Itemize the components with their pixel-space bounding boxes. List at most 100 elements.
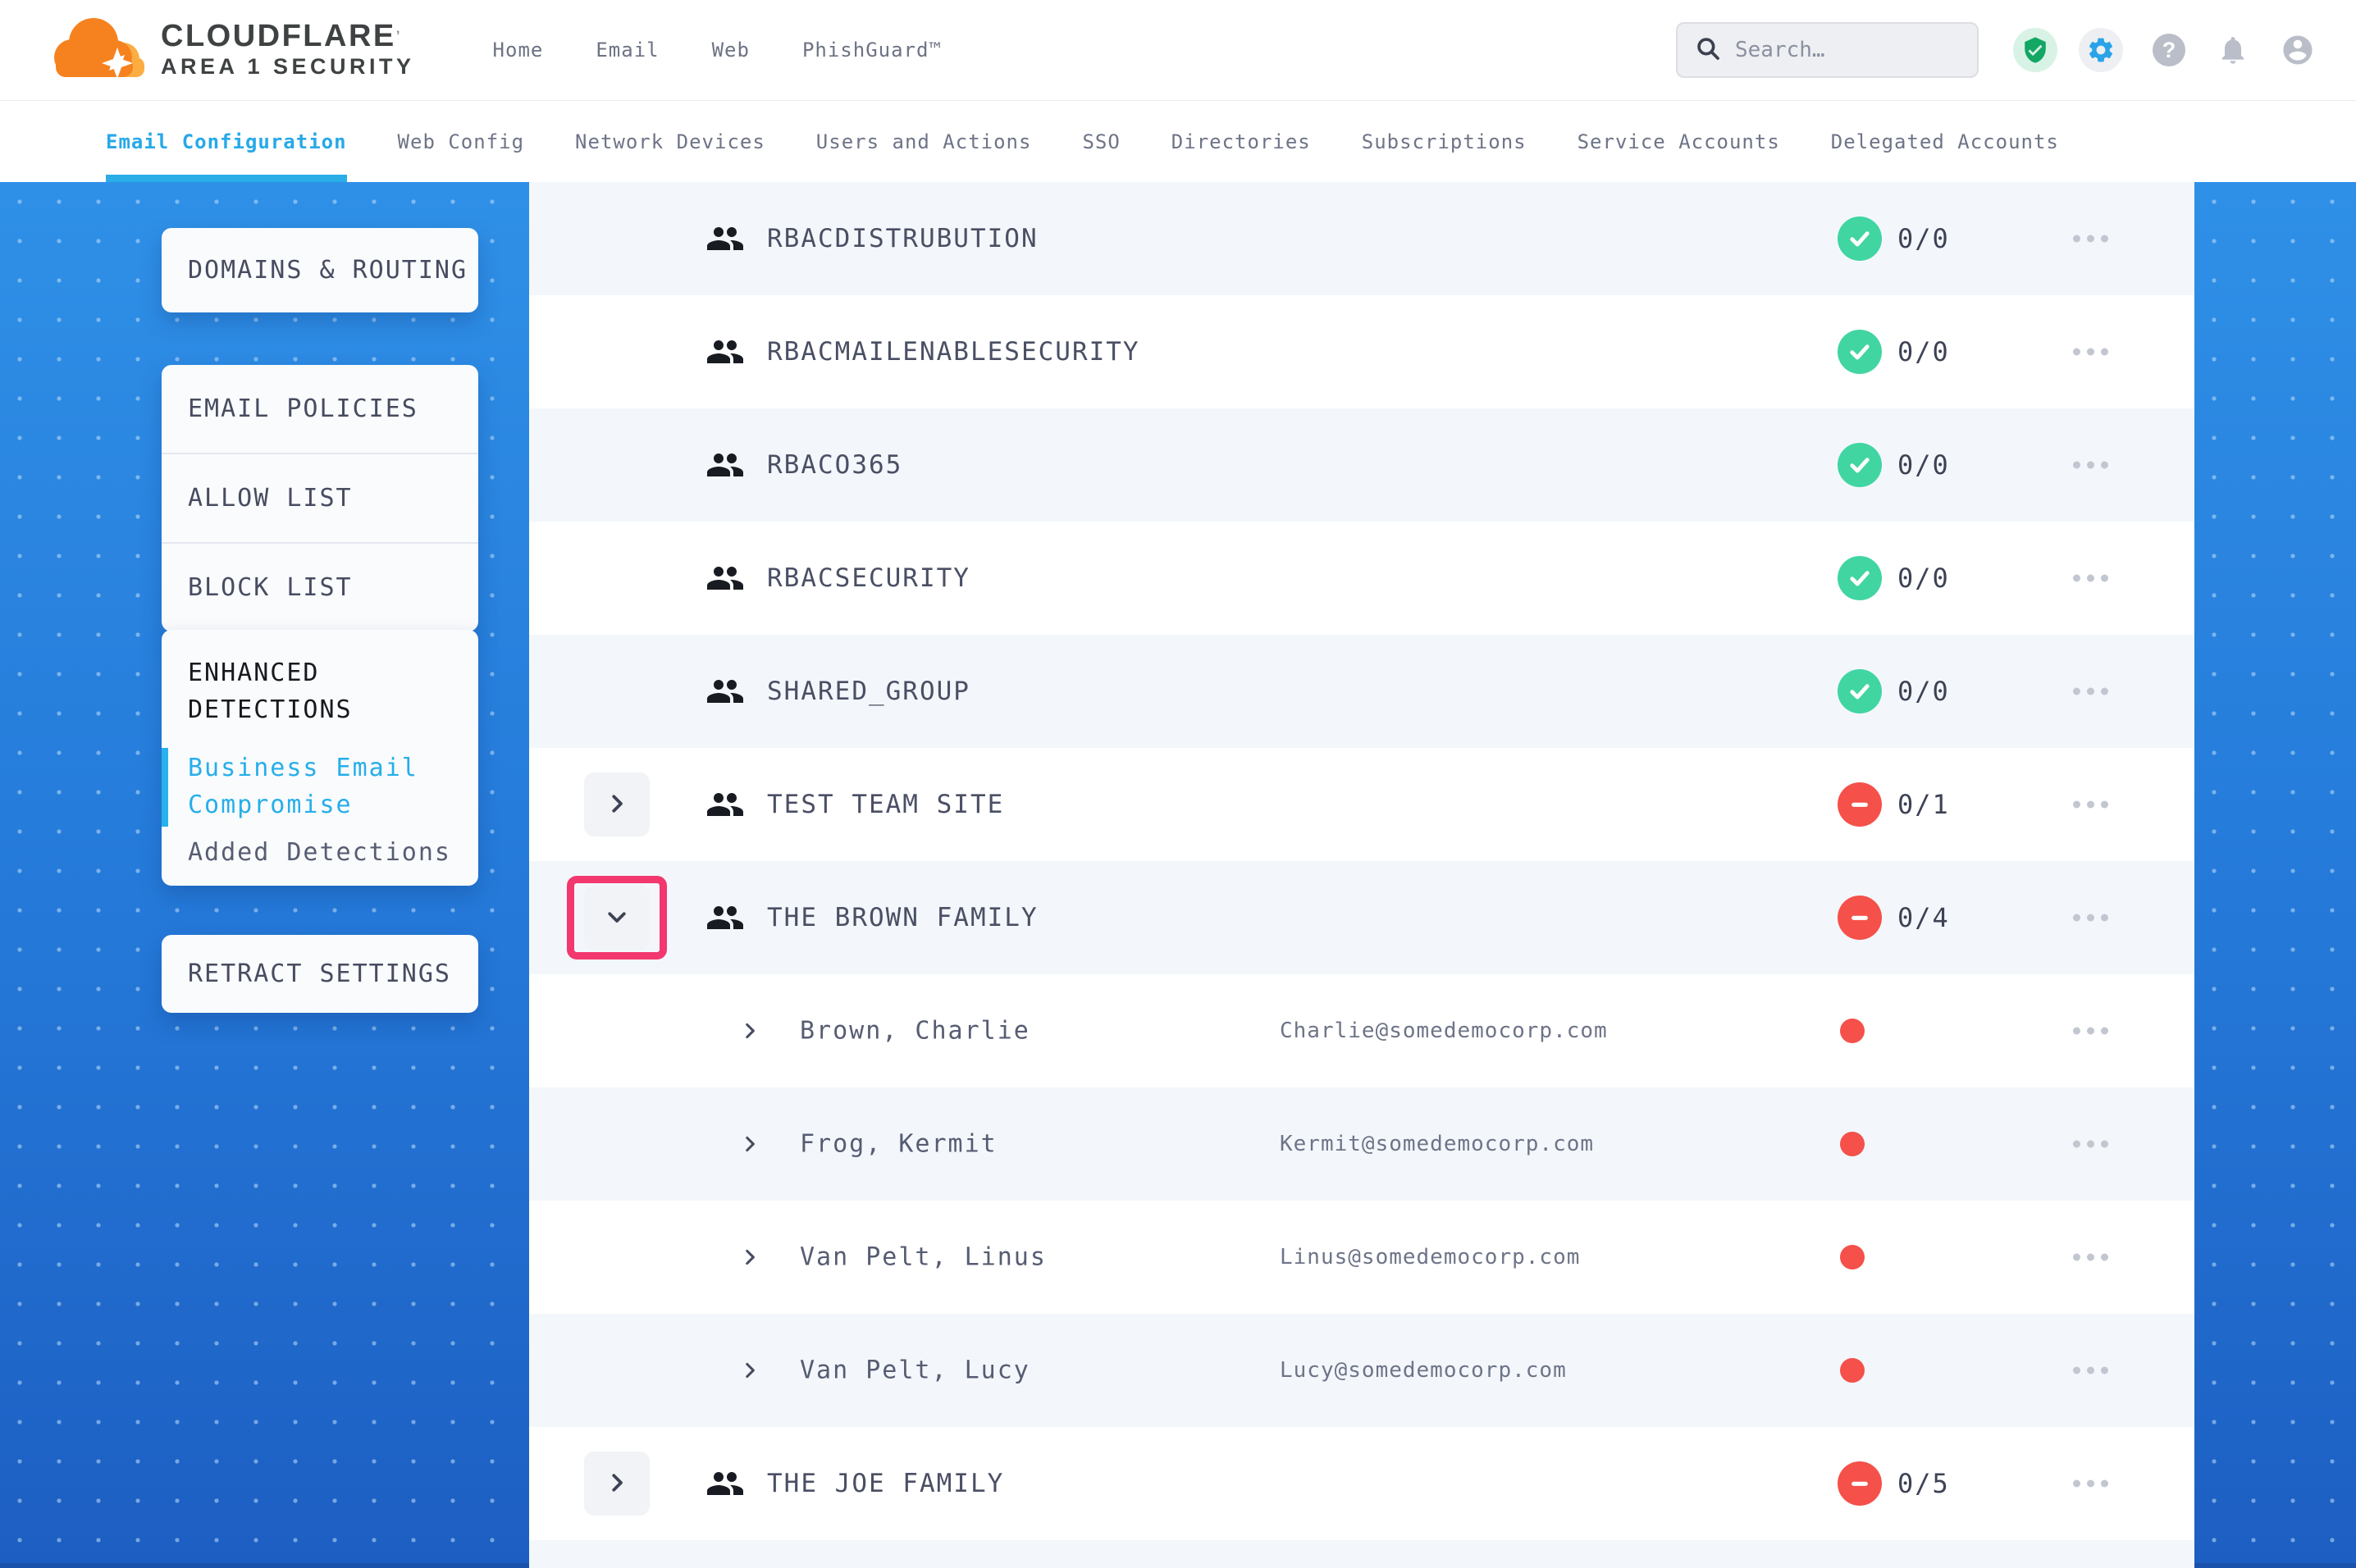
row-actions-ellipsis[interactable]	[2070, 1472, 2112, 1496]
sidebar-item-business-email-compromise[interactable]: Business Email Compromise	[188, 750, 434, 823]
tab-web-config[interactable]: Web Config	[398, 101, 525, 182]
cloudflare-cloud-icon	[43, 8, 151, 92]
row-actions-ellipsis[interactable]	[2070, 1019, 2112, 1043]
sidebar-card-policies: EMAIL POLICIES ALLOW LIST BLOCK LIST	[162, 365, 478, 631]
ellipsis-dot	[2073, 235, 2080, 243]
ellipsis-dot	[2087, 1254, 2094, 1261]
sidebar-item-email-policies[interactable]: EMAIL POLICIES	[162, 365, 478, 453]
area1-security-app: { "colors": { "accent_blue": "#28a9e8", …	[0, 0, 2356, 1568]
sidebar-item-allow-list[interactable]: ALLOW LIST	[162, 453, 478, 542]
row-actions-ellipsis[interactable]	[2070, 906, 2112, 930]
status-enabled-badge	[1838, 330, 1882, 374]
ellipsis-dot	[2101, 914, 2108, 922]
nav-home[interactable]: Home	[493, 39, 544, 62]
tab-service-accounts[interactable]: Service Accounts	[1578, 101, 1780, 182]
table-row: RBACMAILENABLESECURITY0/0	[529, 295, 2194, 408]
member-count: 0/0	[1897, 223, 1950, 254]
nav-phishguard[interactable]: PhishGuard™	[802, 39, 942, 62]
ellipsis-dot	[2087, 801, 2094, 809]
tab-users-and-actions[interactable]: Users and Actions	[816, 101, 1032, 182]
brand-subtitle: AREA 1 SECURITY	[161, 54, 415, 79]
row-actions-ellipsis[interactable]	[2070, 680, 2112, 704]
ellipsis-dot	[2087, 688, 2094, 695]
member-count: 0/5	[1897, 1468, 1950, 1499]
ellipsis-dot	[2073, 1367, 2080, 1374]
brand-wordmark: CLOUDFLARE’	[161, 19, 402, 53]
table-row: THE JOE FAMILY0/5	[529, 1427, 2194, 1540]
expand-group-button[interactable]	[584, 773, 650, 836]
ellipsis-dot	[2073, 462, 2080, 469]
group-name: TEST TEAM SITE	[767, 790, 1004, 819]
member-name: Brown, Charlie	[800, 1017, 1030, 1046]
group-name: THE BROWN FAMILY	[767, 903, 1039, 932]
global-search[interactable]	[1676, 22, 1979, 78]
nav-email[interactable]: Email	[596, 39, 659, 62]
table-row: SHARED_GROUP 0/0	[529, 635, 2194, 748]
collapse-group-button[interactable]	[584, 886, 650, 950]
member-count: 0/1	[1897, 789, 1950, 820]
table-row: RBACDISTRUBUTION 0/0	[529, 182, 2194, 295]
search-input[interactable]	[1733, 37, 1942, 63]
table-row-spacer	[529, 1540, 2194, 1568]
ellipsis-dot	[2087, 914, 2094, 922]
table-row: Brown, Charlie Charlie@somedemocorp.com	[529, 974, 2194, 1087]
row-actions-ellipsis[interactable]	[2070, 1246, 2112, 1269]
ellipsis-dot	[2101, 688, 2108, 695]
group-people-icon	[705, 1464, 745, 1503]
cloudflare-logo[interactable]: CLOUDFLARE’ AREA 1 SECURITY	[43, 8, 415, 92]
ellipsis-dot	[2101, 1141, 2108, 1148]
ellipsis-dot	[2087, 235, 2094, 243]
chevron-right-icon	[605, 791, 629, 818]
ellipsis-dot	[2073, 349, 2080, 356]
row-actions-ellipsis[interactable]	[2070, 340, 2112, 364]
expand-group-button[interactable]	[584, 1452, 650, 1516]
group-people-icon	[705, 219, 745, 258]
row-actions-ellipsis[interactable]	[2070, 1133, 2112, 1156]
chevron-right-icon[interactable]	[739, 1020, 760, 1042]
header-right-cluster: ?	[1676, 0, 2315, 100]
row-actions-ellipsis[interactable]	[2070, 567, 2112, 590]
chevron-right-icon[interactable]	[739, 1360, 760, 1381]
tab-email-configuration[interactable]: Email Configuration	[106, 101, 347, 182]
gear-icon[interactable]	[2079, 28, 2123, 72]
status-blocked-dot	[1840, 1019, 1865, 1043]
member-count: 0/0	[1897, 676, 1950, 707]
chevron-right-icon	[605, 1470, 629, 1497]
table-row: RBACSECURITY0/0	[529, 522, 2194, 635]
help-icon[interactable]: ?	[2153, 34, 2185, 66]
nav-web[interactable]: Web	[712, 39, 750, 62]
status-blocked-dot	[1840, 1132, 1865, 1156]
ellipsis-dot	[2101, 1367, 2108, 1374]
ellipsis-dot	[2087, 1141, 2094, 1148]
status-blocked-badge	[1838, 896, 1882, 940]
sidebar-item-domains-routing[interactable]: DOMAINS & ROUTING	[162, 228, 478, 312]
tab-network-devices[interactable]: Network Devices	[575, 101, 765, 182]
shield-check-icon[interactable]	[2013, 28, 2057, 72]
sidebar-item-added-detections[interactable]: Added Detections	[188, 838, 452, 867]
row-actions-ellipsis[interactable]	[2070, 454, 2112, 477]
account-icon[interactable]	[2281, 33, 2315, 67]
tab-directories[interactable]: Directories	[1171, 101, 1311, 182]
config-tabbar: Email Configuration Web Config Network D…	[0, 101, 2356, 182]
tab-sso[interactable]: SSO	[1082, 101, 1120, 182]
member-email: Charlie@somedemocorp.com	[1280, 1019, 1608, 1043]
group-name: RBACDISTRUBUTION	[767, 224, 1039, 253]
status-enabled-badge	[1838, 669, 1882, 713]
ellipsis-dot	[2073, 801, 2080, 809]
chevron-right-icon[interactable]	[739, 1133, 760, 1155]
row-actions-ellipsis[interactable]	[2070, 1359, 2112, 1383]
ellipsis-dot	[2087, 462, 2094, 469]
tab-subscriptions[interactable]: Subscriptions	[1362, 101, 1527, 182]
group-name: SHARED_GROUP	[767, 677, 970, 706]
chevron-right-icon[interactable]	[739, 1247, 760, 1268]
row-actions-ellipsis[interactable]	[2070, 227, 2112, 251]
sidebar-item-retract-settings[interactable]: RETRACT SETTINGS	[162, 935, 478, 1013]
group-name: RBACSECURITY	[767, 563, 970, 593]
row-actions-ellipsis[interactable]	[2070, 793, 2112, 817]
tab-delegated-accounts[interactable]: Delegated Accounts	[1831, 101, 2059, 182]
bell-icon[interactable]	[2217, 34, 2249, 66]
member-name: Van Pelt, Linus	[800, 1243, 1047, 1272]
sidebar-item-block-list[interactable]: BLOCK LIST	[162, 542, 478, 631]
ellipsis-dot	[2101, 801, 2108, 809]
ellipsis-dot	[2101, 575, 2108, 582]
